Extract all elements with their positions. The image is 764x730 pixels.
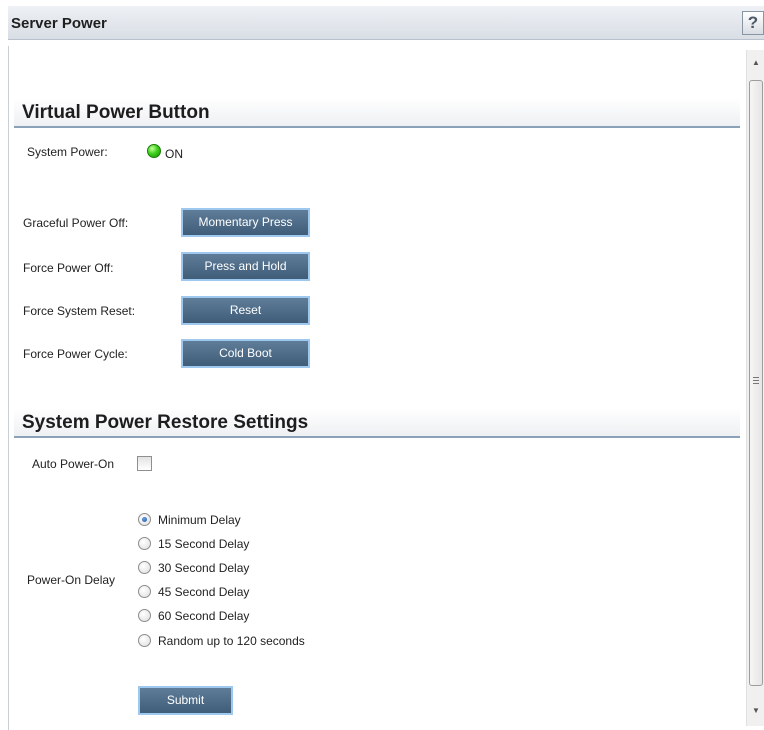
power-on-delay-label: Power-On Delay xyxy=(27,573,116,587)
delay-radio[interactable] xyxy=(138,609,151,622)
scroll-thumb[interactable] xyxy=(749,80,763,686)
help-icon: ? xyxy=(747,13,759,32)
page-title: Server Power xyxy=(11,15,107,32)
delay-option-label: 60 Second Delay xyxy=(158,609,250,623)
content-frame xyxy=(8,46,745,730)
scroll-up-arrow-icon[interactable]: ▲ xyxy=(747,54,764,72)
delay-radio[interactable] xyxy=(138,585,151,598)
delay-option-label: Random up to 120 seconds xyxy=(158,634,305,648)
delay-radio[interactable] xyxy=(138,513,151,526)
reset-button[interactable]: Reset xyxy=(181,296,310,325)
restore-settings-header: System Power Restore Settings xyxy=(14,408,740,438)
graceful-power-off-label: Graceful Power Off: xyxy=(23,216,129,230)
force-system-reset-label: Force System Reset: xyxy=(23,304,136,318)
vertical-scrollbar[interactable]: ▲ ▼ xyxy=(746,50,764,726)
delay-radio[interactable] xyxy=(138,561,151,574)
delay-radio[interactable] xyxy=(138,537,151,550)
press-and-hold-button[interactable]: Press and Hold xyxy=(181,252,310,281)
delay-option-label: 15 Second Delay xyxy=(158,537,250,551)
delay-radio[interactable] xyxy=(138,634,151,647)
force-power-cycle-label: Force Power Cycle: xyxy=(23,347,128,361)
title-bar: Server Power ? xyxy=(8,6,764,40)
virtual-power-header: Virtual Power Button xyxy=(14,98,740,128)
help-button[interactable]: ? xyxy=(742,11,764,35)
auto-power-on-checkbox[interactable] xyxy=(137,456,152,471)
delay-option-label: 45 Second Delay xyxy=(158,585,250,599)
auto-power-on-label: Auto Power-On xyxy=(32,457,115,471)
force-power-off-label: Force Power Off: xyxy=(23,261,114,275)
system-power-state: ON xyxy=(165,147,183,161)
power-led-icon xyxy=(147,144,161,158)
scroll-down-arrow-icon[interactable]: ▼ xyxy=(747,702,764,720)
cold-boot-button[interactable]: Cold Boot xyxy=(181,339,310,368)
system-power-label: System Power: xyxy=(27,145,108,159)
submit-button[interactable]: Submit xyxy=(138,686,233,715)
restore-settings-heading: System Power Restore Settings xyxy=(22,412,309,433)
delay-option-label: Minimum Delay xyxy=(158,513,241,527)
virtual-power-heading: Virtual Power Button xyxy=(22,102,210,123)
delay-option-label: 30 Second Delay xyxy=(158,561,250,575)
momentary-press-button[interactable]: Momentary Press xyxy=(181,208,310,237)
scroll-grip-icon xyxy=(753,377,759,384)
